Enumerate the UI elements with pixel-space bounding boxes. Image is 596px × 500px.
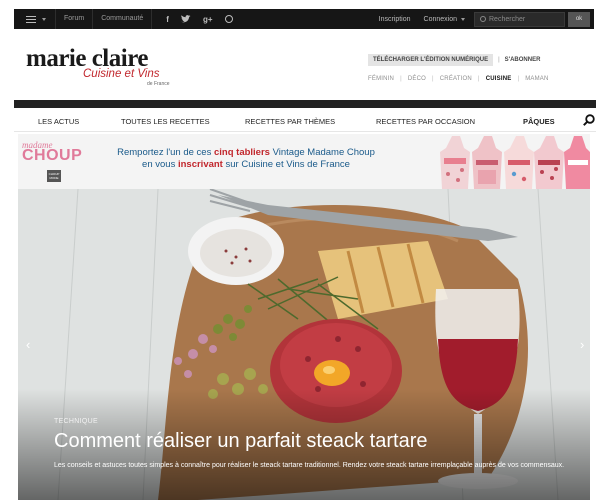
- search-placeholder: Rechercher: [489, 15, 526, 23]
- main-nav: LES ACTUS TOUTES LES RECETTES RECETTES P…: [14, 111, 596, 132]
- category-deco[interactable]: DÉCO: [408, 76, 426, 82]
- connexion-menu[interactable]: Connexion: [424, 16, 474, 23]
- separator: |: [400, 76, 402, 82]
- brand-line2: CHOUP: [22, 147, 83, 164]
- nav-item-recettes-occasion[interactable]: RECETTES PAR OCCASION: [376, 117, 475, 126]
- category-creation[interactable]: CRÉATION: [440, 76, 472, 82]
- promo-text-part: en vous: [142, 159, 178, 170]
- category-links: FÉMININ | DÉCO | CRÉATION | CUISINE | MA…: [368, 76, 560, 82]
- aprons-image: [440, 136, 590, 189]
- logo-small: de France: [147, 81, 170, 87]
- googleplus-icon[interactable]: g+: [203, 15, 213, 24]
- apron: [472, 136, 502, 189]
- header-actions: TÉLÉCHARGER L'ÉDITION NUMÉRIQUE | S'ABON…: [368, 53, 560, 82]
- communaute-link[interactable]: Communauté: [93, 9, 153, 29]
- nav-item-toutes-recettes[interactable]: TOUTES LES RECETTES: [121, 117, 210, 126]
- apron: [504, 136, 534, 189]
- steak-tartare-photo: [18, 189, 590, 500]
- connexion-label: Connexion: [423, 15, 457, 23]
- download-edition-button[interactable]: TÉLÉCHARGER L'ÉDITION NUMÉRIQUE: [368, 53, 494, 66]
- logo-main: marie claire: [26, 45, 148, 72]
- promo-text-bold: inscrivant: [177, 159, 223, 170]
- category-cuisine[interactable]: CUISINE: [486, 76, 512, 82]
- twitter-icon[interactable]: [180, 15, 191, 23]
- carousel-next-button[interactable]: ›: [580, 337, 584, 352]
- chevron-down-icon: [461, 17, 465, 21]
- social-links: f g+: [152, 15, 233, 24]
- separator: |: [498, 56, 500, 63]
- apron: [440, 136, 470, 189]
- promo-text-part: sur Cuisine et Vins de France: [222, 159, 350, 170]
- hero-carousel[interactable]: ‹ › TECHNIQUE Comment réaliser un parfai…: [18, 189, 590, 500]
- carousel-prev-button[interactable]: ‹: [26, 337, 30, 352]
- promo-banner[interactable]: madame CHOUP CHOUP MODE Remportez l'un d…: [18, 134, 590, 189]
- brand-badge: CHOUP MODE: [47, 170, 61, 182]
- category-feminin[interactable]: FÉMININ: [368, 76, 394, 82]
- promo-text-bold: cinq tabliers: [213, 147, 270, 158]
- hamburger-icon: [26, 15, 36, 23]
- header-divider: [14, 100, 596, 108]
- search-icon: [480, 16, 486, 22]
- logo-sub: Cuisine et Vins: [83, 68, 160, 80]
- apron: [534, 136, 564, 189]
- facebook-icon[interactable]: f: [166, 15, 169, 24]
- separator: |: [517, 76, 520, 82]
- nav-item-paques[interactable]: PÂQUES: [523, 117, 555, 126]
- inscription-link[interactable]: Inscription: [379, 16, 424, 23]
- top-bar: Forum Communauté f g+ Inscription Connex…: [14, 9, 594, 29]
- search-submit-button[interactable]: ok: [568, 11, 590, 27]
- separator: |: [431, 76, 434, 82]
- nav-item-recettes-themes[interactable]: RECETTES PAR THÈMES: [245, 117, 335, 126]
- forum-link[interactable]: Forum: [56, 9, 94, 29]
- promo-text-part: Remportez l'un de ces: [117, 147, 214, 158]
- search-input[interactable]: Rechercher: [474, 11, 565, 27]
- separator: |: [477, 76, 480, 82]
- promo-text-part: Vintage Madame Choup: [269, 147, 375, 158]
- apron: [564, 136, 590, 189]
- category-maman[interactable]: MAMAN: [525, 76, 548, 82]
- pinterest-icon[interactable]: [224, 15, 233, 23]
- search-icon[interactable]: [583, 114, 595, 126]
- subscribe-link[interactable]: S'ABONNER: [505, 57, 541, 63]
- nav-item-actus[interactable]: LES ACTUS: [38, 117, 79, 126]
- hero-title[interactable]: Comment réaliser un parfait steack tarta…: [54, 430, 428, 453]
- madame-choup-logo: madame CHOUP CHOUP MODE: [22, 140, 83, 182]
- hero-category[interactable]: TECHNIQUE: [54, 418, 98, 425]
- hero-description: Les conseils et astuces toutes simples à…: [54, 462, 565, 469]
- chevron-down-icon: [42, 17, 46, 21]
- menu-button[interactable]: [14, 9, 56, 29]
- site-logo[interactable]: marie claire Cuisine et Vins de France: [26, 45, 176, 92]
- promo-text: Remportez l'un de ces cinq tabliers Vint…: [96, 147, 396, 171]
